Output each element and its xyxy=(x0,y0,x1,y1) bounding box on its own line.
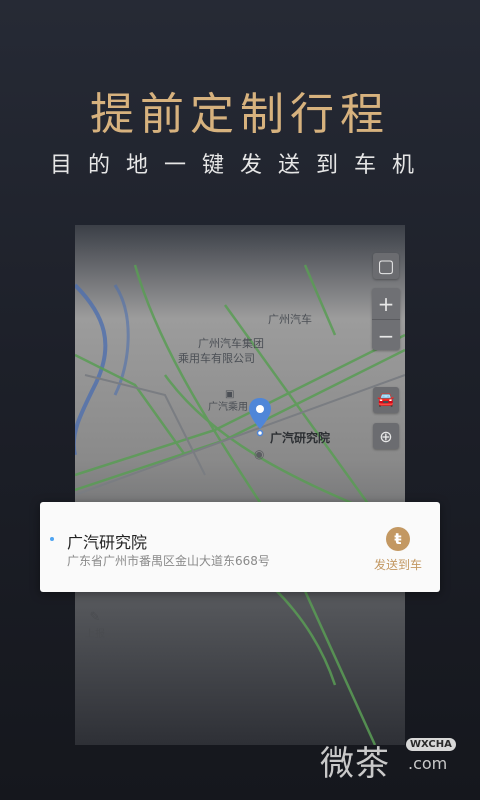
map-label-poi: 广汽研究院 xyxy=(270,431,331,445)
zoom-out-button[interactable]: − xyxy=(372,320,400,351)
watermark-badge: WXCHA xyxy=(406,738,456,751)
map-canvas[interactable] xyxy=(75,225,405,745)
zoom-in-button[interactable]: + xyxy=(372,288,400,320)
map-label-stop: 广汽乘用 xyxy=(208,402,248,413)
poi-marker-icon: ◉ xyxy=(254,447,265,461)
destination-card: 广汽研究院 广东省广州市番禺区金山大道东668号 ŧ 发送到车 xyxy=(40,502,440,592)
map-label-faint: 广州汽车 xyxy=(268,313,312,326)
zoom-control: + − xyxy=(372,288,400,350)
location-pin-icon[interactable] xyxy=(248,397,272,441)
watermark-domain: .com xyxy=(408,754,448,773)
locate-me-button[interactable]: ⊕ xyxy=(373,423,399,449)
bullet-dot-icon xyxy=(50,537,54,541)
car-mode-button[interactable]: 🚘 xyxy=(373,387,399,413)
bus-stop-icon: ▣ xyxy=(225,389,235,400)
layers-button[interactable]: ▢ xyxy=(373,253,399,279)
phone-map-preview: 广州汽车 广州汽车集团 乘用车有限公司 ▣ 广汽乘用 广汽研究院 ◉ ▢ + −… xyxy=(75,225,405,745)
watermark-logo: 微茶 WXCHA .com xyxy=(320,736,460,784)
headline: 提前定制行程 xyxy=(90,89,390,140)
send-to-car-icon: ŧ xyxy=(386,527,410,551)
report-shortcut[interactable]: ✎ 上报 xyxy=(85,610,105,640)
report-shortcut-label: 上报 xyxy=(85,629,105,640)
watermark-text: 微茶 xyxy=(320,744,390,784)
send-to-car-button[interactable]: ŧ 发送到车 xyxy=(370,527,426,573)
edit-icon: ✎ xyxy=(89,610,101,625)
destination-address: 广东省广州市番禺区金山大道东668号 xyxy=(67,554,270,568)
map-label-company-line2: 乘用车有限公司 xyxy=(178,352,255,365)
map-label-company-line1: 广州汽车集团 xyxy=(198,337,264,350)
send-to-car-label: 发送到车 xyxy=(373,558,422,572)
destination-title: 广汽研究院 xyxy=(67,533,148,552)
subheadline: 目的地一键发送到车机 xyxy=(49,153,430,178)
